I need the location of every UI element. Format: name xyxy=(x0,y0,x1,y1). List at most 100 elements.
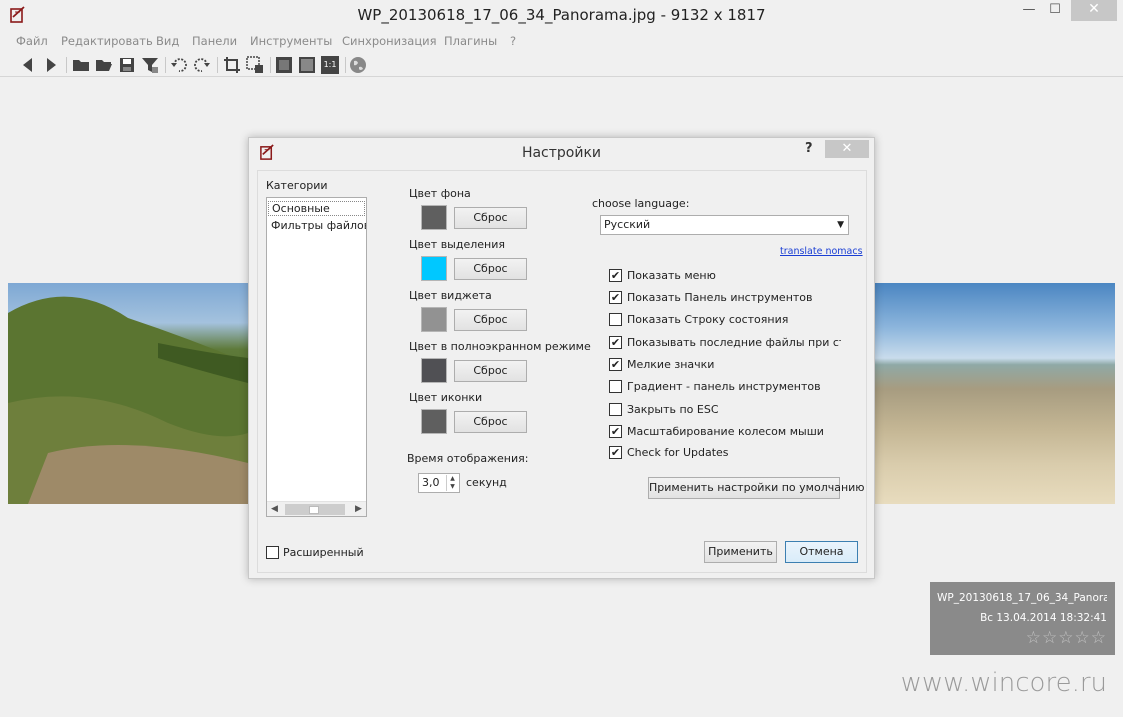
selection-color-label: Цвет выделения xyxy=(409,238,505,251)
close-on-esc-label: Закрыть по ESC xyxy=(627,403,719,416)
toolbar-separator xyxy=(345,57,346,73)
menu-view[interactable]: Вид xyxy=(156,34,179,48)
window-title: WP_20130618_17_06_34_Panorama.jpg - 9132… xyxy=(357,6,766,24)
toolbar-gradient-checkbox[interactable] xyxy=(609,380,622,393)
help-button[interactable]: ? xyxy=(805,141,813,156)
rating-stars[interactable]: ☆☆☆☆☆ xyxy=(1026,628,1107,648)
categories-list[interactable]: Основные Фильтры файлов ◀ ▶ xyxy=(266,197,367,517)
check-updates-label: Check for Updates xyxy=(627,446,729,459)
show-menu-label: Показать меню xyxy=(627,269,716,282)
widget-color-swatch[interactable] xyxy=(421,307,447,332)
close-on-esc-checkbox[interactable] xyxy=(609,403,622,416)
icon-color-label: Цвет иконки xyxy=(409,391,483,404)
maximize-button[interactable]: ☐ xyxy=(1044,0,1066,21)
dialog-body: Категории Основные Фильтры файлов ◀ ▶ Цв… xyxy=(257,170,867,573)
icon-color-reset-button[interactable]: Сброс xyxy=(454,411,527,433)
show-recent-files-label: Показывать последние файлы при старте xyxy=(627,336,841,349)
fit-icon[interactable] xyxy=(298,56,316,74)
back-icon[interactable] xyxy=(19,56,37,74)
menu-bar: Файл Редактировать Вид Панели Инструмент… xyxy=(0,31,1123,52)
cancel-button[interactable]: Отмена xyxy=(785,541,858,563)
display-time-unit: секунд xyxy=(466,476,507,489)
toolbar-gradient-label: Градиент - панель инструментов xyxy=(627,380,821,393)
scroll-grip xyxy=(309,506,319,514)
categories-label: Категории xyxy=(266,179,328,192)
display-time-spinbox[interactable]: 3,0 ▲ ▼ xyxy=(418,473,460,493)
save-icon[interactable] xyxy=(118,56,136,74)
show-menu-checkbox[interactable]: ✔ xyxy=(609,269,622,282)
menu-file[interactable]: Файл xyxy=(16,34,48,48)
widget-color-reset-button[interactable]: Сброс xyxy=(454,309,527,331)
show-statusbar-label: Показать Строку состояния xyxy=(627,313,789,326)
toolbar-separator xyxy=(66,57,67,73)
resize-icon[interactable] xyxy=(246,56,264,74)
spin-arrows-icon[interactable]: ▲ ▼ xyxy=(446,475,458,491)
horizontal-scrollbar[interactable]: ◀ ▶ xyxy=(267,501,366,516)
crop-icon[interactable] xyxy=(223,56,241,74)
watermark: www.wincore.ru xyxy=(900,668,1107,698)
rotate-left-icon[interactable] xyxy=(170,56,188,74)
scroll-left-icon[interactable]: ◀ xyxy=(267,503,282,516)
display-time-label: Время отображения: xyxy=(407,452,529,465)
advanced-label: Расширенный xyxy=(283,546,364,559)
settings-dialog: Настройки ? ✕ Категории Основные Фильтры… xyxy=(248,137,875,579)
hill-image xyxy=(8,296,248,504)
small-icons-checkbox[interactable]: ✔ xyxy=(609,358,622,371)
globe-icon[interactable] xyxy=(349,56,367,74)
panorama-image-left xyxy=(8,283,248,504)
menu-edit[interactable]: Редактировать xyxy=(61,34,153,48)
fullscreen-color-swatch[interactable] xyxy=(421,358,447,383)
menu-tools[interactable]: Инструменты xyxy=(250,34,332,48)
selection-color-swatch[interactable] xyxy=(421,256,447,281)
translate-link[interactable]: translate nomacs xyxy=(780,246,863,257)
fullscreen-color-reset-button[interactable]: Сброс xyxy=(454,360,527,382)
forward-icon[interactable] xyxy=(42,56,60,74)
actual-size-icon[interactable]: 1:1 xyxy=(321,56,339,74)
window-titlebar: WP_20130618_17_06_34_Panorama.jpg - 9132… xyxy=(0,0,1123,31)
toolbar-separator xyxy=(217,57,218,73)
minimize-button[interactable]: — xyxy=(1018,0,1040,21)
apply-defaults-button[interactable]: Применить настройки по умолчанию xyxy=(648,477,865,499)
toolbar: 1:1 xyxy=(0,53,1123,77)
scroll-right-icon[interactable]: ▶ xyxy=(351,503,366,516)
bg-color-reset-button[interactable]: Сброс xyxy=(454,207,527,229)
zoom-wheel-checkbox[interactable]: ✔ xyxy=(609,425,622,438)
menu-help[interactable]: ? xyxy=(510,34,516,48)
toolbar-separator xyxy=(165,57,166,73)
category-file-filters[interactable]: Фильтры файлов xyxy=(271,219,366,232)
show-toolbar-label: Показать Панель инструментов xyxy=(627,291,813,304)
fullscreen-color-label: Цвет в полноэкранном режиме xyxy=(409,340,591,353)
language-label: choose language: xyxy=(592,197,690,210)
info-filename: WP_20130618_17_06_34_Panorar xyxy=(937,592,1107,604)
rotate-right-icon[interactable] xyxy=(193,56,211,74)
filter-icon[interactable] xyxy=(141,56,159,74)
widget-color-label: Цвет виджета xyxy=(409,289,492,302)
open-folder-icon[interactable] xyxy=(95,56,113,74)
bg-color-swatch[interactable] xyxy=(421,205,447,230)
display-time-value: 3,0 xyxy=(422,476,440,489)
zoom-wheel-label: Масштабирование колесом мыши xyxy=(627,425,824,438)
show-recent-files-checkbox[interactable]: ✔ xyxy=(609,336,622,349)
language-selected-value: Русский xyxy=(604,218,651,231)
icon-color-swatch[interactable] xyxy=(421,409,447,434)
close-button[interactable]: ✕ xyxy=(1071,0,1117,21)
panorama-image-right xyxy=(875,283,1115,504)
dialog-title: Настройки xyxy=(521,145,602,161)
language-select[interactable]: Русский ▼ xyxy=(600,215,849,235)
chevron-down-icon: ▼ xyxy=(837,220,844,230)
menu-plugins[interactable]: Плагины xyxy=(444,34,497,48)
show-toolbar-checkbox[interactable]: ✔ xyxy=(609,291,622,304)
menu-sync[interactable]: Синхронизация xyxy=(342,34,437,48)
info-datetime: Вс 13.04.2014 18:32:41 xyxy=(980,612,1107,624)
fullscreen-icon[interactable] xyxy=(275,56,293,74)
check-updates-checkbox[interactable]: ✔ xyxy=(609,446,622,459)
selection-color-reset-button[interactable]: Сброс xyxy=(454,258,527,280)
advanced-checkbox[interactable] xyxy=(266,546,279,559)
dialog-close-button[interactable]: ✕ xyxy=(825,140,869,158)
folder-icon[interactable] xyxy=(72,56,90,74)
small-icons-label: Мелкие значки xyxy=(627,358,715,371)
menu-panels[interactable]: Панели xyxy=(192,34,237,48)
apply-button[interactable]: Применить xyxy=(704,541,777,563)
category-general[interactable]: Основные xyxy=(268,201,365,216)
show-statusbar-checkbox[interactable] xyxy=(609,313,622,326)
